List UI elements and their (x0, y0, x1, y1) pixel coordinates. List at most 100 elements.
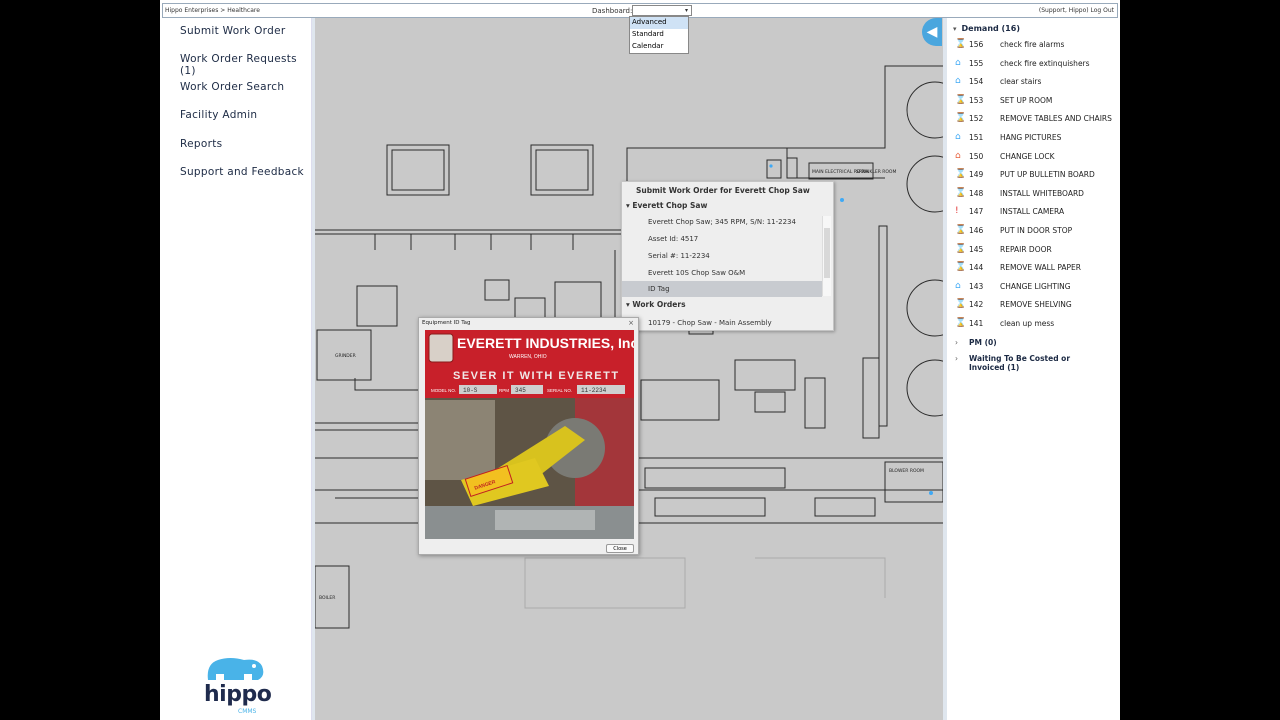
work-order-row[interactable]: ⌛ 146 PUT IN DOOR STOP (955, 225, 1120, 239)
work-order-title: CHANGE LOCK (1000, 151, 1055, 161)
work-order-title: REMOVE WALL PAPER (1000, 263, 1081, 273)
hourglass-icon: ⌛ (955, 94, 967, 105)
house-icon: ⌂ (955, 132, 961, 142)
asset-row-manual[interactable]: Everett 10S Chop Saw O&M (622, 265, 822, 281)
work-order-number: 150 (969, 151, 984, 161)
house-icon: ⌂ (955, 76, 961, 87)
work-order-row[interactable]: ⌛ 152 REMOVE TABLES AND CHAIRS (955, 113, 1120, 127)
work-order-row[interactable]: ⌛ 145 REPAIR DOOR (955, 244, 1120, 258)
chevron-left-icon: ◀ (926, 24, 938, 40)
work-order-number: 151 (969, 133, 984, 142)
nav-reports[interactable]: Reports (180, 138, 222, 150)
chevron-right-icon: › (955, 338, 958, 347)
tag-rpm-label: RPM (499, 388, 509, 393)
work-order-row[interactable]: ⌛ 149 PUT UP BULLETIN BOARD (955, 169, 1120, 183)
work-order-row[interactable]: ⌛ 144 REMOVE WALL PAPER (955, 262, 1120, 276)
work-order-row[interactable]: ⌂ 154 clear stairs (955, 76, 1120, 90)
work-order-number: 153 (969, 95, 984, 105)
user-links[interactable]: (Support, Hippo) Log Out (1039, 7, 1114, 14)
work-order-number: 143 (969, 281, 984, 291)
close-button[interactable]: Close (606, 544, 634, 553)
workorder-row[interactable]: 10179 - Chop Saw - Main Assembly (622, 315, 822, 331)
close-icon[interactable]: × (628, 319, 634, 327)
asset-row-description[interactable]: Everett Chop Saw; 345 RPM, S/N: 11-2234 (622, 214, 822, 230)
dashboard-option-standard[interactable]: Standard (630, 29, 688, 41)
hourglass-icon: ⌛ (955, 187, 967, 198)
hourglass-icon: ⌛ (955, 299, 967, 310)
work-order-row[interactable]: ⌛ 156 check fire alarms (955, 39, 1120, 53)
dashboard-option-advanced[interactable]: Advanced (630, 17, 688, 29)
work-order-row[interactable]: ⌛ 148 INSTALL WHITEBOARD (955, 188, 1120, 202)
nav-work-order-search[interactable]: Work Order Search (180, 81, 284, 93)
work-order-title: INSTALL CAMERA (1000, 207, 1065, 217)
asset-row-serial[interactable]: Serial #: 11-2234 (622, 248, 822, 264)
nav-support-feedback[interactable]: Support and Feedback (180, 166, 304, 178)
section-asset[interactable]: ▾ Everett Chop Saw (626, 201, 707, 210)
tag-city: WARREN, OHIO (509, 354, 547, 360)
work-order-number: 156 (969, 40, 984, 49)
work-order-row[interactable]: ⌂ 155 check fire extinquishers (955, 58, 1120, 72)
tag-company: EVERETT INDUSTRIES, Inc. (457, 335, 634, 351)
work-order-title: REMOVE SHELVING (1000, 300, 1072, 310)
work-order-number: 141 (969, 319, 984, 328)
tag-serial-label: SERIAL NO. (547, 388, 572, 393)
tag-slogan: SEVER IT WITH EVERETT (453, 370, 620, 382)
hourglass-icon: ⌛ (955, 243, 967, 254)
dashboard-label: Dashboard: (592, 7, 633, 15)
tag-model-label: MODEL NO. (431, 388, 456, 393)
left-nav: Submit Work Order Work Order Requests (1… (160, 18, 312, 720)
hippo-logo: hippo CMMS (200, 654, 272, 720)
asset-row-id-tag[interactable]: ID Tag (622, 281, 822, 297)
work-order-title: REMOVE TABLES AND CHAIRS (1000, 114, 1112, 124)
section-work-orders[interactable]: ▾ Work Orders (626, 300, 686, 309)
work-order-row[interactable]: ⌛ 141 clean up mess (955, 318, 1120, 332)
demand-header[interactable]: ▾ Demand (16) (953, 24, 1020, 33)
work-order-title: PUT UP BULLETIN BOARD (1000, 170, 1095, 180)
tag-rpm: 345 (515, 387, 526, 394)
context-menu-scrollbar[interactable] (822, 216, 831, 296)
hourglass-icon: ⌛ (955, 318, 967, 328)
work-order-title: REPAIR DOOR (1000, 244, 1052, 254)
work-order-number: 144 (969, 263, 984, 273)
hourglass-icon: ⌛ (955, 225, 967, 235)
collapse-panel-button[interactable]: ◀ (922, 18, 942, 46)
work-order-title: check fire extinquishers (1000, 58, 1090, 68)
hourglass-icon: ⌛ (955, 39, 967, 49)
work-order-row[interactable]: ⌛ 153 SET UP ROOM (955, 95, 1120, 109)
tag-model: 10-S (463, 387, 478, 394)
asset-row-asset-id[interactable]: Asset Id: 4517 (622, 231, 822, 247)
hippo-mascot-icon (207, 658, 264, 680)
breadcrumb[interactable]: Hippo Enterprises > Healthcare (165, 7, 260, 14)
house-icon: ⌂ (955, 57, 961, 68)
logo-wordmark: hippo (204, 682, 272, 707)
context-menu-title: Submit Work Order for Everett Chop Saw (636, 186, 810, 195)
work-order-row[interactable]: ⌂ 151 HANG PICTURES (955, 132, 1120, 146)
work-order-title: INSTALL WHITEBOARD (1000, 188, 1084, 198)
scrollbar-thumb[interactable] (824, 228, 830, 278)
chevron-right-icon: › (955, 354, 958, 363)
room-label-sprinkler: SPRINKLER ROOM (856, 169, 896, 175)
hourglass-icon: ⌛ (955, 169, 967, 180)
work-order-number: 155 (969, 58, 984, 68)
work-order-row[interactable]: ⌛ 142 REMOVE SHELVING (955, 299, 1120, 313)
work-order-panel: ▾ Demand (16) ⌛ 156 check fire alarms ⌂ 155 ch… (947, 18, 1120, 720)
work-order-row[interactable]: ⌂ 143 CHANGE LIGHTING (955, 281, 1120, 295)
nav-submit-work-order[interactable]: Submit Work Order (180, 25, 285, 37)
room-label-boiler: BOILER (319, 595, 335, 601)
work-order-number: 149 (969, 170, 984, 180)
dashboard-options: Advanced Standard Calendar (629, 16, 689, 54)
chevron-down-icon: ▾ (953, 25, 957, 33)
work-order-row[interactable]: ⌂ 150 CHANGE LOCK (955, 151, 1120, 165)
dashboard-select[interactable]: ▾ (632, 5, 692, 16)
dashboard-option-calendar[interactable]: Calendar (630, 41, 688, 53)
exclamation-icon: ! (955, 206, 959, 217)
work-order-number: 147 (969, 207, 984, 217)
photo-dialog-title: Equipment ID Tag (422, 320, 471, 326)
work-order-title: PUT IN DOOR STOP (1000, 226, 1073, 235)
work-order-row[interactable]: ! 147 INSTALL CAMERA (955, 206, 1120, 220)
nav-work-order-requests[interactable]: Work Order Requests (1) (180, 53, 311, 77)
nav-facility-admin[interactable]: Facility Admin (180, 109, 257, 121)
work-order-number: 148 (969, 188, 984, 198)
work-order-number: 142 (969, 300, 984, 310)
hourglass-icon: ⌛ (955, 113, 967, 124)
